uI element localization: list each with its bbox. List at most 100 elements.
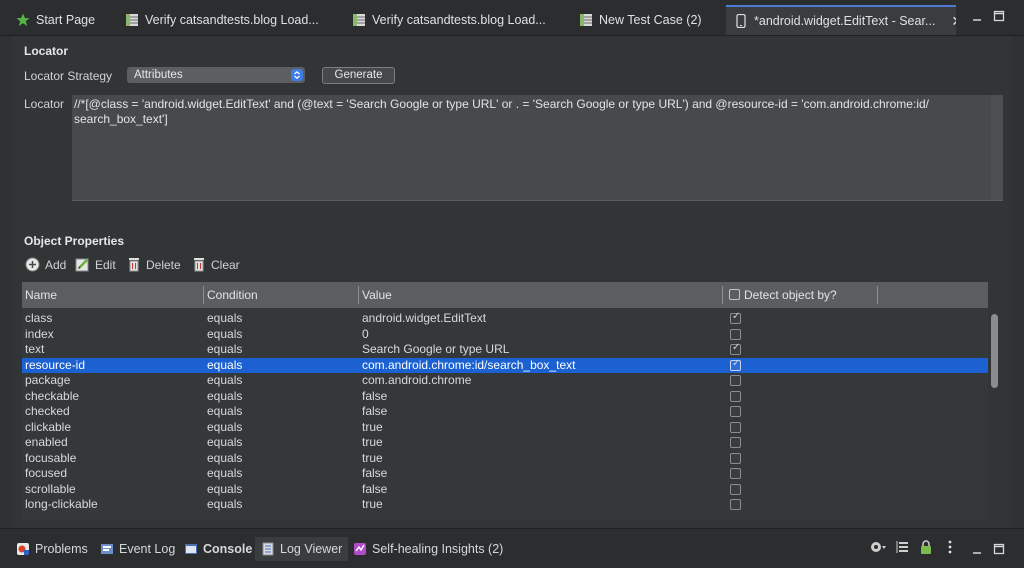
tab-label: Log Viewer — [280, 542, 343, 556]
add-label: Add — [45, 257, 67, 272]
lock-icon[interactable] — [918, 539, 934, 555]
locator-strategy-select[interactable]: Attributes — [127, 67, 305, 83]
detect-checkbox[interactable] — [730, 421, 741, 433]
column-header-name[interactable]: Name — [22, 282, 57, 308]
table-row[interactable]: focusable equals true — [22, 451, 988, 467]
detect-all-checkbox[interactable] — [729, 289, 740, 300]
tab-console[interactable]: Console — [178, 537, 258, 561]
bottom-panel-bar: Problems Event Log Console Log Viewer Se… — [0, 528, 1024, 568]
clear-button[interactable]: Clear — [192, 257, 240, 272]
tab-verify-load-2[interactable]: Verify catsandtests.blog Load... — [344, 6, 566, 34]
tab-android-widget-edittext[interactable]: *android.widget.EditText - Sear... ✕ — [726, 5, 956, 35]
add-button[interactable]: Add — [25, 257, 66, 272]
tab-log-viewer[interactable]: Log Viewer — [255, 537, 349, 561]
tab-label: Console — [203, 542, 253, 556]
detect-checkbox[interactable] — [730, 452, 741, 464]
table-row[interactable]: class equals android.widget.EditText — [22, 311, 988, 327]
property-name-cell: focusable — [25, 450, 77, 465]
maximize-icon[interactable] — [993, 10, 1005, 22]
detect-checkbox[interactable] — [730, 468, 741, 479]
detect-checkbox[interactable] — [730, 499, 741, 510]
star-icon — [16, 13, 30, 26]
table-header: Name Condition Value Detect object by? — [22, 282, 988, 308]
tab-label: Start Page — [36, 13, 96, 27]
tab-label: Verify catsandtests.blog Load... — [145, 13, 319, 27]
column-header-value[interactable]: Value — [359, 282, 392, 308]
table-row[interactable]: checked equals false — [22, 404, 988, 420]
property-value-cell: true — [362, 419, 383, 434]
table-row[interactable]: long-clickable equals true — [22, 497, 988, 513]
property-value-cell: 0 — [362, 326, 369, 341]
property-name-cell: scrollable — [25, 481, 76, 496]
table-row[interactable]: scrollable equals false — [22, 482, 988, 498]
filter-dropdown-icon[interactable] — [870, 539, 886, 555]
panel-toolbar — [870, 539, 958, 555]
close-icon[interactable]: ✕ — [951, 13, 956, 30]
detect-checkbox[interactable] — [730, 375, 741, 386]
table-row[interactable]: focused equals false — [22, 466, 988, 482]
property-condition-cell: equals — [207, 404, 243, 418]
detect-checkbox[interactable] — [730, 406, 741, 417]
tab-label: Verify catsandtests.blog Load... — [372, 13, 546, 27]
detect-checkbox[interactable] — [730, 311, 741, 324]
property-name-cell: index — [25, 326, 54, 341]
test-suite-icon — [353, 14, 365, 26]
property-condition-cell: equals — [207, 450, 243, 465]
table-row[interactable]: checkable equals false — [22, 389, 988, 405]
tab-self-healing-insights[interactable]: Self-healing Insights (2) — [347, 537, 509, 561]
console-icon — [185, 544, 197, 554]
property-value-cell: true — [362, 450, 383, 465]
column-divider[interactable] — [722, 286, 723, 304]
scrollbar-thumb[interactable] — [991, 314, 998, 388]
table-row[interactable]: text equals Search Google or type URL — [22, 342, 988, 358]
clear-label: Clear — [211, 257, 240, 272]
tab-start-page[interactable]: Start Page — [8, 6, 113, 34]
property-name-cell: checkable — [25, 388, 80, 403]
edit-button[interactable]: Edit — [75, 257, 116, 272]
test-suite-icon — [580, 14, 592, 26]
column-header-condition[interactable]: Condition — [204, 282, 258, 308]
table-row[interactable]: clickable equals true — [22, 420, 988, 436]
more-options-icon[interactable] — [942, 539, 958, 555]
locator-strategy-label: Locator Strategy — [24, 69, 113, 83]
locator-section-title: Locator — [24, 44, 69, 58]
maximize-icon[interactable] — [993, 543, 1005, 555]
minimize-icon[interactable] — [971, 543, 983, 555]
detect-checkbox[interactable] — [730, 390, 741, 402]
tab-new-test-case[interactable]: New Test Case (2) — [571, 6, 721, 34]
property-value-cell: com.android.chrome:id/search_box_text — [362, 357, 576, 372]
tab-verify-load-1[interactable]: Verify catsandtests.blog Load... — [117, 6, 339, 34]
object-properties-title: Object Properties — [24, 234, 125, 248]
self-healing-icon — [354, 543, 366, 555]
generate-button[interactable]: Generate — [322, 67, 395, 84]
properties-table: Name Condition Value Detect object by? c… — [22, 282, 988, 520]
tab-event-log[interactable]: Event Log — [94, 537, 181, 561]
table-row[interactable]: index equals 0 — [22, 327, 988, 343]
detect-checkbox[interactable] — [730, 483, 741, 495]
property-name-cell: enabled — [25, 435, 68, 449]
detect-checkbox[interactable] — [730, 358, 741, 371]
table-row[interactable]: package equals com.android.chrome — [22, 373, 988, 389]
detect-checkbox[interactable] — [730, 328, 741, 340]
locator-strategy-value: Attributes — [134, 69, 183, 81]
tab-problems[interactable]: Problems — [10, 537, 94, 561]
detect-checkbox[interactable] — [730, 437, 741, 448]
property-value-cell: false — [362, 388, 388, 403]
list-view-icon[interactable] — [894, 539, 910, 555]
property-value-cell: false — [362, 481, 388, 496]
property-condition-cell: equals — [207, 481, 243, 496]
column-divider[interactable] — [877, 286, 878, 304]
log-viewer-icon — [262, 542, 274, 556]
locator-textarea[interactable]: //*[@class = 'android.widget.EditText' a… — [72, 95, 1003, 201]
detect-checkbox[interactable] — [730, 342, 741, 355]
delete-button[interactable]: Delete — [127, 257, 181, 272]
tab-label: Event Log — [119, 542, 176, 556]
table-row[interactable]: enabled equals true — [22, 435, 988, 451]
table-row[interactable]: resource-id equals com.android.chrome:id/s… — [22, 357, 988, 373]
minimize-icon[interactable] — [971, 10, 983, 22]
property-condition-cell: equals — [207, 388, 243, 403]
property-condition-cell: equals — [207, 419, 243, 434]
column-header-detect[interactable]: Detect object by? — [741, 282, 837, 308]
property-value-cell: true — [362, 435, 383, 449]
property-condition-cell: equals — [207, 326, 243, 341]
